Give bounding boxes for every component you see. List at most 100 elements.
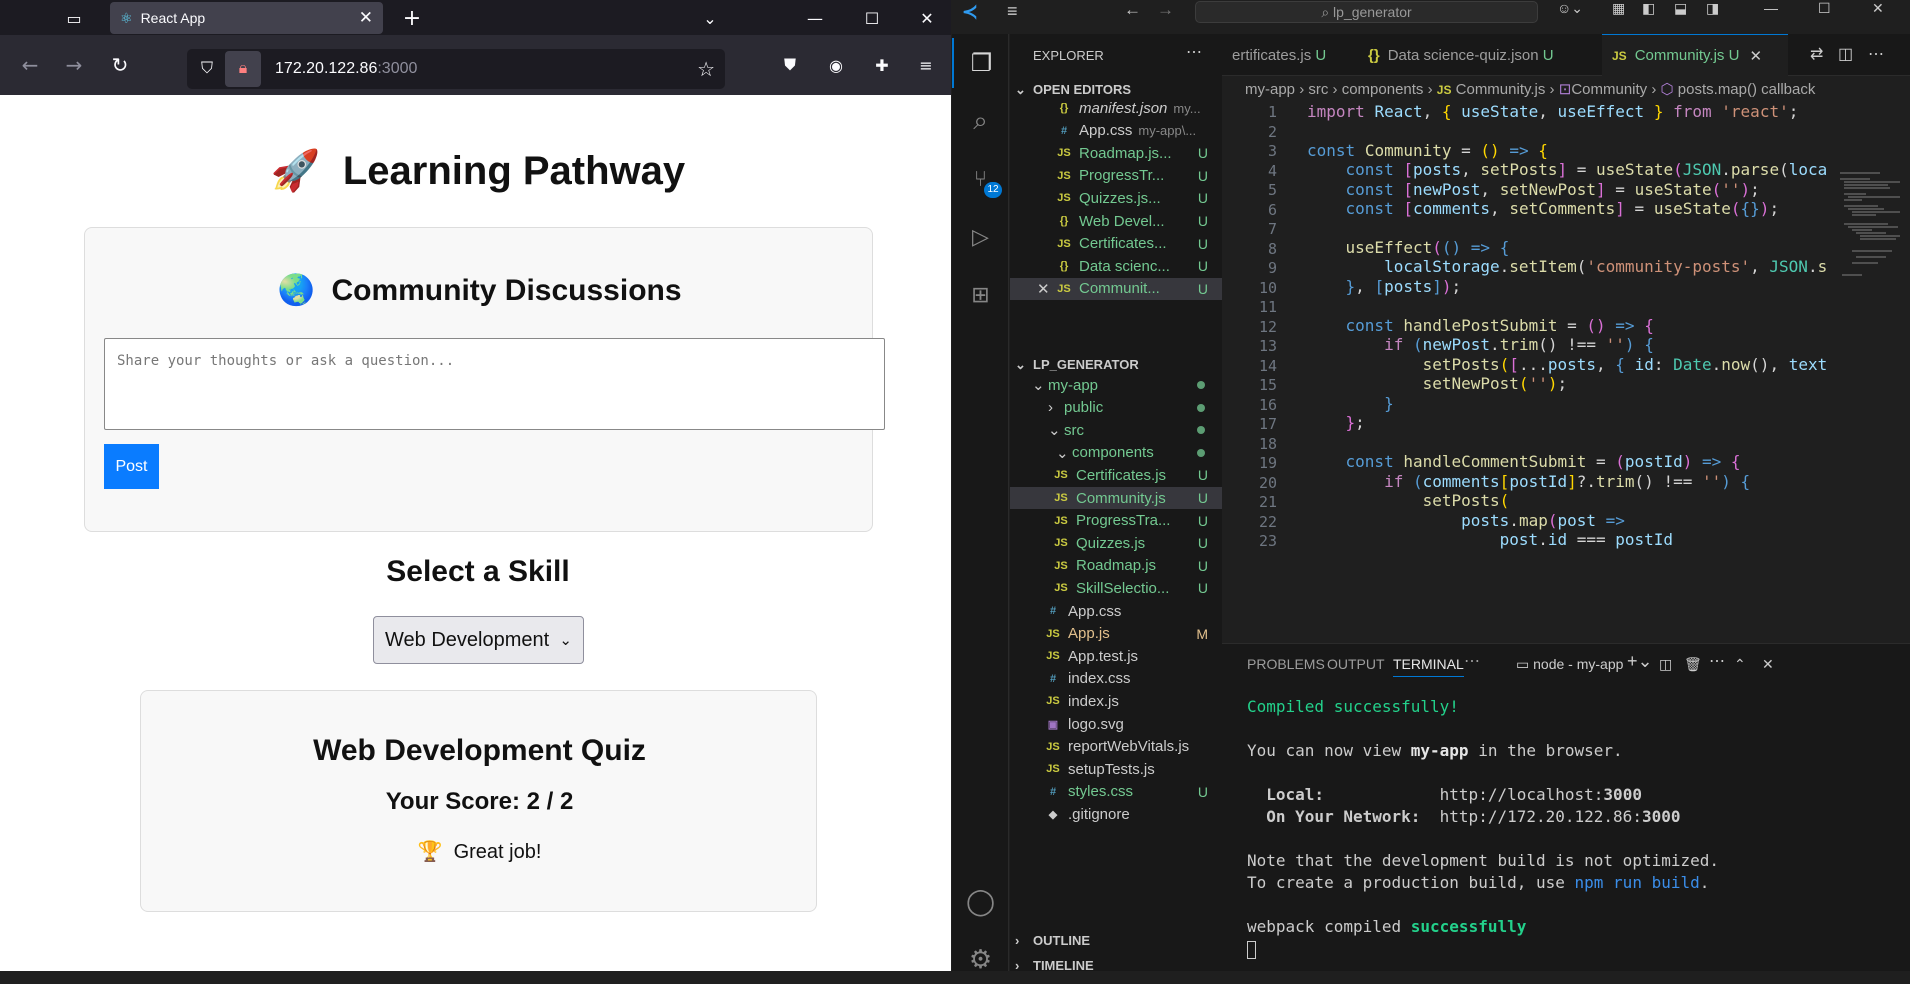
open-editor-item[interactable]: ✕ JS Communit... U	[1010, 277, 1222, 300]
skill-select[interactable]: Web Development ⌄	[373, 616, 584, 664]
minimap[interactable]	[1838, 170, 1902, 330]
insecure-lock-icon[interactable]: 🔒︎	[225, 51, 262, 87]
open-editor-item[interactable]: JS Roadmap.js... U	[1010, 142, 1222, 164]
copilot-icon[interactable]: ☺⌄	[1557, 0, 1583, 17]
minimize-icon[interactable]: —	[803, 6, 827, 30]
tab-output[interactable]: OUTPUT	[1327, 656, 1385, 672]
file-item[interactable]: JS ProgressTra... U	[1010, 510, 1222, 532]
new-tab-icon[interactable]: +	[400, 6, 424, 31]
shield-icon[interactable]: ⛉	[201, 60, 213, 78]
terminal-instance[interactable]: ▭ node - my-app	[1516, 656, 1623, 673]
account-icon[interactable]: ◉	[824, 53, 848, 77]
pocket-icon[interactable]: ⛊	[778, 53, 802, 77]
file-item[interactable]: JS Quizzes.js U	[1010, 532, 1222, 554]
forward-icon[interactable]: →	[62, 53, 86, 77]
more-actions-icon[interactable]: ⋯	[1868, 44, 1884, 64]
terminal-output[interactable]: Compiled successfully! You can now view …	[1247, 696, 1719, 960]
maximize-icon[interactable]: ☐	[860, 6, 884, 30]
toggle-secondary-sidebar-icon[interactable]: ◨	[1706, 0, 1719, 17]
search-icon[interactable]: ⌕	[952, 96, 1009, 146]
open-editor-item[interactable]: {} Web Devel... U	[1010, 210, 1222, 232]
file-item[interactable]: ▣ logo.svg	[1010, 713, 1222, 735]
explorer-icon[interactable]: ❐	[952, 38, 1009, 88]
file-item[interactable]: JS setupTests.js	[1010, 758, 1222, 780]
tab-community[interactable]: JS Community.js U ✕	[1602, 34, 1788, 76]
menu-icon[interactable]: ≡	[914, 53, 938, 77]
file-item[interactable]: JS Certificates.js U	[1010, 464, 1222, 486]
toggle-panel-icon[interactable]: ⬓	[1674, 0, 1687, 17]
chevron-down-icon[interactable]: ⌄	[698, 6, 722, 30]
file-item[interactable]: JS SkillSelectio... U	[1010, 577, 1222, 599]
source-control-icon[interactable]: ⑂ 12	[952, 154, 1009, 204]
more-actions-icon[interactable]: ⋯	[1709, 651, 1725, 671]
open-editor-item[interactable]: JS Quizzes.js... U	[1010, 187, 1222, 209]
file-item[interactable]: # index.css	[1010, 668, 1222, 690]
command-center[interactable]: ⌕ lp_generator	[1195, 1, 1538, 23]
breadcrumb-item[interactable]: Community	[1571, 81, 1647, 98]
layout-icon[interactable]: ▦	[1612, 0, 1625, 17]
run-debug-icon[interactable]: ▷	[952, 212, 1009, 262]
compare-icon[interactable]: ⇄	[1810, 44, 1823, 64]
more-actions-icon[interactable]: ⋯	[1186, 42, 1202, 62]
breadcrumb-item[interactable]: my-app	[1245, 81, 1295, 98]
account-icon[interactable]: ◯	[952, 876, 1009, 926]
folder-item[interactable]: ⌄ src	[1010, 419, 1222, 441]
file-item[interactable]: JS App.js M	[1010, 623, 1222, 645]
open-editor-item[interactable]: {} manifest.json my...	[1010, 97, 1222, 119]
breadcrumb-item[interactable]: Community.js	[1456, 81, 1546, 98]
close-tab-icon[interactable]: ✕	[359, 8, 373, 28]
settings-gear-icon[interactable]: ⚙	[952, 934, 1009, 984]
close-window-icon[interactable]: ✕	[1872, 0, 1884, 17]
close-tab-icon[interactable]: ✕	[1749, 47, 1762, 65]
maximize-panel-icon[interactable]: ⌃	[1734, 656, 1746, 673]
file-item[interactable]: # styles.css U	[1010, 781, 1222, 803]
file-item[interactable]: JS Community.js U	[1010, 487, 1222, 509]
tab-certificates[interactable]: ertificates.js U	[1222, 34, 1358, 76]
open-editors-header[interactable]: ⌄ OPEN EDITORS	[1015, 82, 1131, 97]
minimize-icon[interactable]: —	[1764, 0, 1778, 16]
close-editor-icon[interactable]: ✕	[1037, 280, 1050, 298]
forward-nav-icon[interactable]: →	[1157, 0, 1174, 20]
project-header[interactable]: ⌄ LP_GENERATOR	[1015, 357, 1139, 372]
file-item[interactable]: ◆ .gitignore	[1010, 803, 1222, 825]
tab-list-icon[interactable]: ▭	[62, 6, 86, 30]
breadcrumb-item[interactable]: components	[1342, 81, 1424, 98]
maximize-icon[interactable]: ☐	[1818, 0, 1831, 17]
extensions-icon[interactable]: ⊞	[952, 270, 1009, 320]
back-icon[interactable]: ←	[18, 53, 42, 77]
file-item[interactable]: JS Roadmap.js U	[1010, 555, 1222, 577]
url-bar[interactable]: ⛉ 🔒︎ 172.20.122.86:3000 ☆	[187, 49, 725, 89]
split-terminal-icon[interactable]: ◫	[1659, 656, 1672, 673]
close-panel-icon[interactable]: ✕	[1762, 656, 1774, 673]
folder-item[interactable]: › public	[1010, 397, 1222, 419]
open-editor-item[interactable]: # App.css my-app\...	[1010, 120, 1222, 142]
hamburger-menu-icon[interactable]: ≡	[1007, 1, 1018, 22]
new-terminal-icon[interactable]: +⌄	[1627, 651, 1653, 672]
outline-header[interactable]: › OUTLINE	[1015, 933, 1090, 948]
breadcrumb-item[interactable]: src	[1308, 81, 1328, 98]
extensions-icon[interactable]: ✚	[870, 53, 894, 77]
post-button[interactable]: Post	[104, 444, 159, 489]
file-item[interactable]: JS reportWebVitals.js	[1010, 736, 1222, 758]
folder-item[interactable]: ⌄ my-app	[1010, 374, 1222, 396]
open-editor-item[interactable]: {} Data scienc... U	[1010, 255, 1222, 277]
toggle-sidebar-icon[interactable]: ◧	[1642, 0, 1655, 17]
browser-tab[interactable]: ⚛ React App ✕	[110, 2, 383, 34]
post-textarea[interactable]	[104, 338, 885, 430]
file-item[interactable]: JS index.js	[1010, 690, 1222, 712]
file-item[interactable]: JS App.test.js	[1010, 645, 1222, 667]
bookmark-star-icon[interactable]: ☆	[697, 57, 715, 82]
split-editor-icon[interactable]: ◫	[1838, 44, 1853, 64]
file-item[interactable]: # App.css	[1010, 600, 1222, 622]
more-tabs-icon[interactable]: ⋯	[1464, 651, 1480, 671]
open-editor-item[interactable]: JS ProgressTr... U	[1010, 165, 1222, 187]
tab-data-science-quiz[interactable]: {} Data science-quiz.json U	[1358, 34, 1602, 76]
folder-item[interactable]: ⌄ components	[1010, 442, 1222, 464]
breadcrumb-item[interactable]: posts.map() callback	[1678, 81, 1816, 98]
code-editor[interactable]: 1 2 3 4 5 6 7 8 9 10 11 12 13 14 15 16 17 18 19 20 21 22 23 im…	[1222, 102, 1910, 642]
trash-icon[interactable]: 🗑︎	[1684, 656, 1702, 673]
back-nav-icon[interactable]: ←	[1124, 0, 1141, 20]
tab-terminal[interactable]: TERMINAL	[1393, 656, 1464, 677]
tab-problems[interactable]: PROBLEMS	[1247, 656, 1325, 672]
reload-icon[interactable]: ↻	[108, 53, 132, 77]
